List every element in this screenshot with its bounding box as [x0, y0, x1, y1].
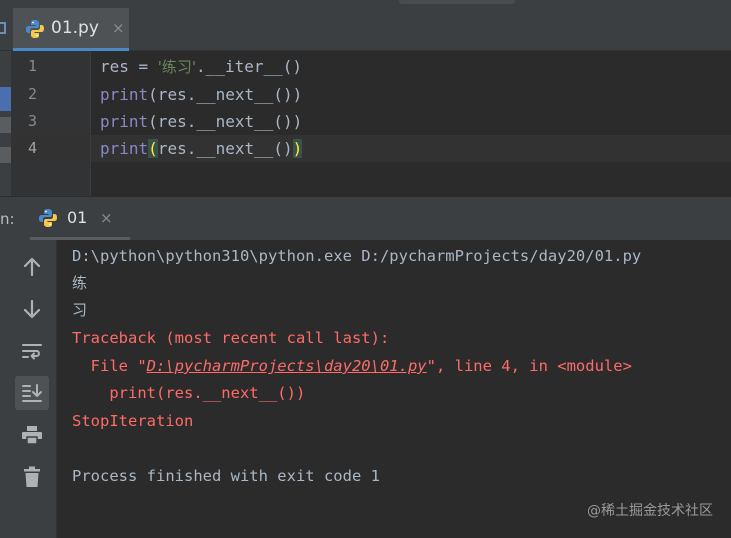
run-tab-label: 01	[67, 208, 88, 227]
watermark: @稀土掘金技术社区	[587, 503, 713, 519]
code-line-1[interactable]: 1 res = '练习'.__iter__()	[0, 53, 731, 80]
run-toolbar	[0, 240, 57, 538]
builtin-keyword: print	[100, 85, 149, 104]
traceback-file-line: File "D:\pycharmProjects\day20\01.py", l…	[72, 356, 632, 376]
code-text: print(res.__next__())	[100, 81, 302, 108]
close-icon[interactable]: ×	[112, 19, 125, 37]
tab-label: 01.py	[51, 18, 99, 38]
scroll-to-end-icon[interactable]	[15, 376, 49, 410]
close-icon[interactable]: ×	[100, 209, 113, 227]
code-token: (res.__next__())	[148, 85, 303, 104]
line-number: 1	[28, 57, 38, 75]
source-file-link[interactable]: D:\pycharmProjects\day20\01.py	[147, 357, 427, 375]
line-number: 4	[28, 139, 38, 157]
up-arrow-icon[interactable]	[15, 250, 49, 284]
code-text: print(res.__next__())	[100, 135, 303, 162]
traceback-code-line: print(res.__next__())	[72, 384, 306, 402]
run-tab-01[interactable]: 01 ×	[22, 196, 130, 240]
line-number: 2	[28, 85, 38, 103]
traceback-text: ", line 4, in <module>	[426, 357, 632, 375]
code-token: (res.__next__())	[148, 112, 303, 131]
code-line-2[interactable]: 2 print(res.__next__())	[0, 81, 731, 108]
python-run-icon	[38, 208, 58, 232]
python-file-icon	[25, 19, 45, 43]
console-output-line: 练	[72, 274, 88, 292]
print-icon[interactable]	[15, 418, 49, 452]
trash-icon[interactable]	[15, 460, 49, 494]
builtin-keyword: print	[100, 139, 149, 158]
code-text: res = '练习'.__iter__()	[100, 53, 302, 81]
down-arrow-icon[interactable]	[15, 292, 49, 326]
code-line-3[interactable]: 3 print(res.__next__())	[0, 108, 731, 135]
code-token: .__iter__()	[196, 57, 303, 76]
line-number: 3	[28, 112, 38, 130]
project-panel-toggle-icon[interactable]	[0, 18, 10, 40]
exit-status-line: Process finished with exit code 1	[72, 467, 380, 485]
run-window-label: n:	[0, 210, 15, 228]
matched-paren: )	[292, 139, 303, 158]
code-text: print(res.__next__())	[100, 108, 302, 135]
traceback-header: Traceback (most recent call last):	[72, 329, 390, 347]
exception-name: StopIteration	[72, 412, 194, 430]
code-token: res =	[100, 57, 158, 76]
matched-paren: (	[148, 139, 158, 158]
soft-wrap-icon[interactable]	[15, 334, 49, 368]
console-command-line: D:\python\python310\python.exe D:/pychar…	[72, 247, 642, 265]
code-line-4[interactable]: 4 print(res.__next__())	[0, 135, 731, 162]
traceback-text: File "	[72, 357, 147, 375]
builtin-keyword: print	[100, 112, 149, 131]
code-token: res.__next__()	[157, 139, 293, 158]
string-literal: '练习'	[157, 58, 197, 76]
tab-01-py[interactable]: 01.py ×	[13, 8, 129, 51]
top-scroll-thumb[interactable]	[399, 0, 515, 4]
console-output-line: 习	[72, 301, 88, 319]
